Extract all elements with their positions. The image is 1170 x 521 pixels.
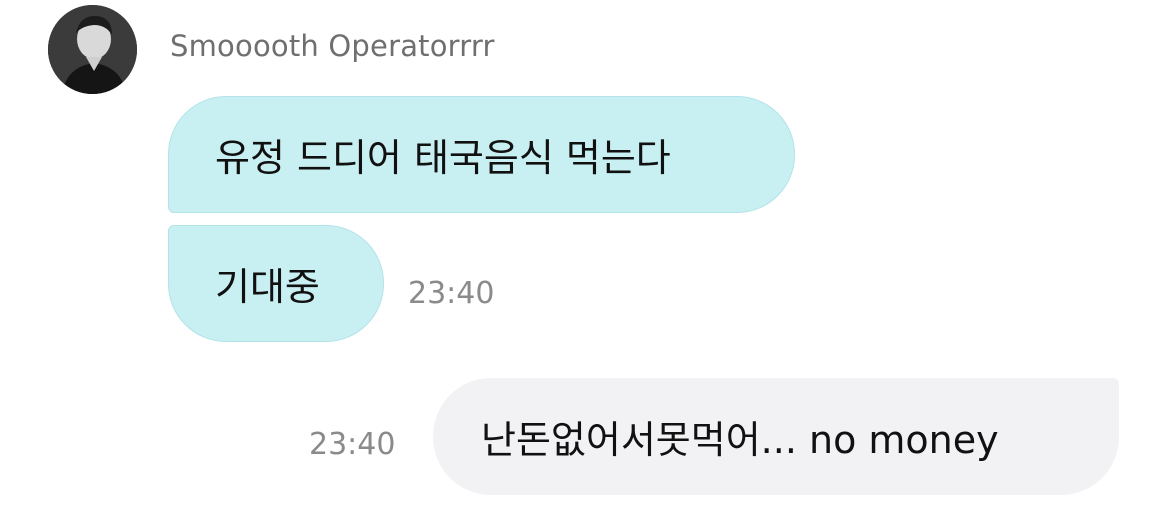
message-timestamp: 23:40 (408, 276, 495, 311)
incoming-message-bubble[interactable]: 기대중 (168, 225, 384, 342)
message-text: 유정 드디어 태국음식 먹는다 (215, 136, 671, 180)
message-timestamp: 23:40 (309, 427, 396, 462)
message-text: 기대중 (215, 265, 320, 309)
sender-avatar[interactable] (48, 5, 137, 94)
incoming-message-bubble[interactable]: 유정 드디어 태국음식 먹는다 (168, 96, 795, 213)
message-text: 난돈없어서못먹어... no money (481, 418, 999, 462)
sender-name: Smooooth Operatorrrr (170, 29, 495, 63)
outgoing-message-bubble[interactable]: 난돈없어서못먹어... no money (433, 378, 1119, 495)
person-photo-icon (48, 5, 137, 94)
